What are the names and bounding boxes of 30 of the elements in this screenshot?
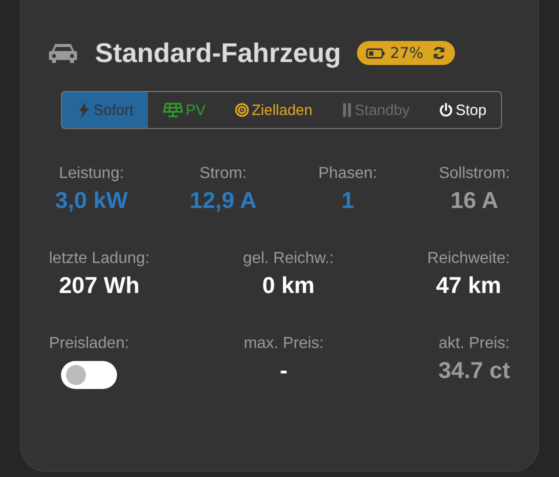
refresh-icon[interactable] xyxy=(432,46,446,60)
mode-button[interactable]: Stop xyxy=(424,92,501,128)
battery-icon xyxy=(366,48,386,58)
metric-value: 1 xyxy=(341,187,354,214)
metric-label: Reichweite: xyxy=(427,250,510,268)
metric-value: 47 km xyxy=(436,272,502,299)
metric-label: gel. Reichw.: xyxy=(243,250,334,268)
metric-label: Sollstrom: xyxy=(438,165,510,183)
metric-value: - xyxy=(280,357,288,384)
metric-label: akt. Preis: xyxy=(438,335,510,353)
metric-label: max. Preis: xyxy=(244,335,324,353)
metric-label: letzte Ladung: xyxy=(49,250,150,268)
mode-button[interactable]: Sofort xyxy=(62,92,148,128)
mode-button[interactable]: Zielladen xyxy=(220,92,328,128)
toggle-switch[interactable] xyxy=(61,361,118,389)
vehicle-title: Standard-Fahrzeug xyxy=(95,38,342,68)
metric-value: 34.7 ct xyxy=(438,357,510,384)
metric-value: 3,0 kW xyxy=(55,187,128,214)
mode-button[interactable]: PV xyxy=(148,92,220,128)
car-icon xyxy=(49,42,77,64)
mode-button[interactable]: Standby xyxy=(327,92,424,128)
metric-value: 16 A xyxy=(450,187,498,214)
metric-value: 12,9 A xyxy=(190,187,257,214)
metric-value: 207 Wh xyxy=(59,272,140,299)
battery-level: 27% xyxy=(390,44,424,62)
metric-value: 0 km xyxy=(262,272,315,299)
metric-label: Strom: xyxy=(200,165,247,183)
metric-label: Preisladen: xyxy=(49,335,130,353)
metric-label: Phasen: xyxy=(318,165,378,183)
metric-label: Leistung: xyxy=(58,165,124,183)
